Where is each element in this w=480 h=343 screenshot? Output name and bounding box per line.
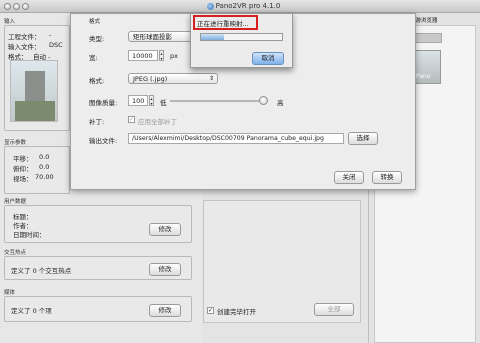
cancel-remap-button[interactable]: 取消 — [252, 52, 284, 65]
user-section-header: 用户数据 — [4, 199, 27, 205]
project-file-value: - — [49, 31, 52, 39]
window-title: Pano2VR pro 4.1.0 — [215, 2, 281, 10]
remap-status-text: 正在进行重映射... — [197, 20, 249, 28]
format-select[interactable]: JPEG (.jpg) ⇕ — [128, 73, 218, 84]
pan-label: 平移： — [13, 155, 33, 163]
input-file-label: 输入文件： — [8, 43, 41, 51]
display-group: 平移： 0.0 俯仰： 0.0 视场： 70.00 — [4, 146, 70, 194]
apply-all-patches-label: 应用全部补丁 — [138, 118, 177, 126]
open-after-create-checkbox[interactable]: ✓ — [207, 307, 214, 314]
tour-thumbnail[interactable]: Pano — [413, 50, 441, 84]
quality-slider-thumb[interactable] — [259, 96, 268, 105]
type-label: 类型: — [89, 35, 105, 43]
hotspot-group: 定义了 0 个交互热点 修改 — [4, 256, 192, 280]
media-count-text: 定义了 0 个项 — [11, 307, 52, 315]
remap-progress-fill — [201, 34, 224, 40]
window-titlebar: Pano2VR pro 4.1.0 — [0, 0, 480, 13]
remap-progress-bar — [200, 33, 283, 41]
close-button[interactable]: 关闭 — [334, 171, 364, 184]
quality-slider-track[interactable] — [170, 100, 264, 102]
output-file-label: 输出文件: — [89, 137, 118, 145]
pan-value: 0.0 — [39, 153, 50, 161]
tilt-value: 0.0 — [39, 163, 50, 171]
display-section-header: 显示参数 — [4, 140, 27, 146]
quality-input[interactable]: 100 — [128, 95, 148, 106]
user-data-modify-button[interactable]: 修改 — [149, 223, 181, 236]
fov-label: 视场： — [13, 175, 33, 183]
open-after-create-label: 创建完毕打开 — [217, 308, 256, 316]
tilt-label: 俯仰： — [13, 165, 33, 173]
output-file-input[interactable]: /Users/Alexmimi/Desktop/DSC00709 Panoram… — [128, 133, 344, 144]
type-select[interactable]: 矩形球面投影 — [128, 31, 198, 42]
width-stepper-icon[interactable]: ▴ ▾ — [159, 50, 164, 61]
datetime-label: 日期时间： — [13, 231, 46, 239]
media-section-header: 媒体 — [4, 290, 16, 296]
width-unit: px — [170, 52, 178, 60]
format-dialog-header: 格式 — [89, 19, 101, 25]
convert-button[interactable]: 转换 — [372, 171, 402, 184]
input-section-header: 输入 — [4, 19, 16, 25]
hotspot-count-text: 定义了 0 个交互热点 — [11, 267, 72, 275]
quality-stepper-icon[interactable]: ▴ ▾ — [149, 95, 154, 106]
media-group: 定义了 0 个项 修改 — [4, 296, 192, 322]
quality-high-label: 高 — [277, 99, 284, 107]
fov-value: 70.00 — [35, 173, 54, 181]
input-panorama-thumbnail[interactable] — [10, 60, 58, 122]
width-input[interactable]: 10000 — [128, 50, 158, 61]
width-label: 宽: — [89, 54, 98, 62]
project-file-label: 工程文件： — [8, 33, 41, 41]
quality-low-label: 低 — [160, 99, 167, 107]
quality-label: 图像质量: — [89, 99, 118, 107]
apply-all-patches-checkbox[interactable]: ✓ — [128, 116, 135, 123]
format-select-value: JPEG (.jpg) — [133, 75, 168, 83]
user-data-group: 标题： 作者： 日期时间： 修改 — [4, 205, 192, 243]
pagoda-shape — [25, 71, 45, 103]
patch-label: 补丁: — [89, 118, 105, 126]
media-modify-button[interactable]: 修改 — [149, 304, 181, 317]
input-file-value: DSC — [49, 41, 63, 49]
tour-thumbnail-label: Pano — [416, 73, 431, 80]
create-all-button[interactable]: 全部 — [314, 303, 354, 316]
type-select-value: 矩形球面投影 — [133, 33, 172, 41]
tour-browser-top-bar — [412, 33, 442, 43]
hotspot-section-header: 交互热点 — [4, 250, 27, 256]
format-label: 格式: — [89, 77, 105, 85]
hotspot-modify-button[interactable]: 修改 — [149, 263, 181, 276]
choose-file-button[interactable]: 选择 — [348, 132, 378, 145]
trees-shape — [15, 101, 55, 121]
dropdown-arrow-icon: ⇕ — [208, 75, 214, 82]
